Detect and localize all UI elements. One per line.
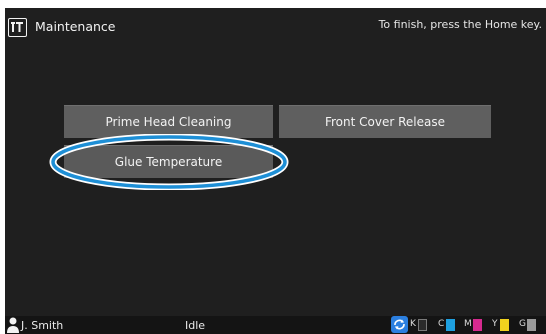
title-bar: Maintenance To finish, press the Home ke… bbox=[5, 8, 546, 46]
highlight-ring bbox=[49, 134, 289, 190]
user-icon bbox=[7, 317, 19, 333]
ink-label-g: G bbox=[519, 319, 526, 329]
ink-label-c: C bbox=[438, 319, 445, 329]
front-cover-release-label: Front Cover Release bbox=[324, 115, 445, 129]
ink-level-m bbox=[473, 319, 482, 331]
sync-icon[interactable] bbox=[391, 316, 408, 333]
ink-label-m: M bbox=[464, 319, 472, 329]
ink-level-k bbox=[418, 319, 427, 331]
ink-level-g bbox=[527, 319, 536, 331]
maintenance-screen: Maintenance To finish, press the Home ke… bbox=[5, 8, 546, 334]
home-key-hint: To finish, press the Home key. bbox=[378, 18, 542, 31]
user-name[interactable]: J. Smith bbox=[21, 319, 63, 332]
ink-level-y bbox=[500, 319, 509, 331]
prime-head-cleaning-label: Prime Head Cleaning bbox=[105, 115, 232, 129]
ink-label-y: Y bbox=[492, 319, 498, 329]
front-cover-release-button[interactable]: Front Cover Release bbox=[279, 105, 491, 138]
page-title: Maintenance bbox=[35, 19, 116, 34]
status-bar: J. Smith Idle K C M Y G bbox=[5, 316, 546, 334]
ink-label-k: K bbox=[410, 319, 416, 329]
maintenance-icon bbox=[8, 18, 27, 37]
ink-level-c bbox=[446, 319, 455, 331]
machine-status: Idle bbox=[185, 319, 206, 332]
